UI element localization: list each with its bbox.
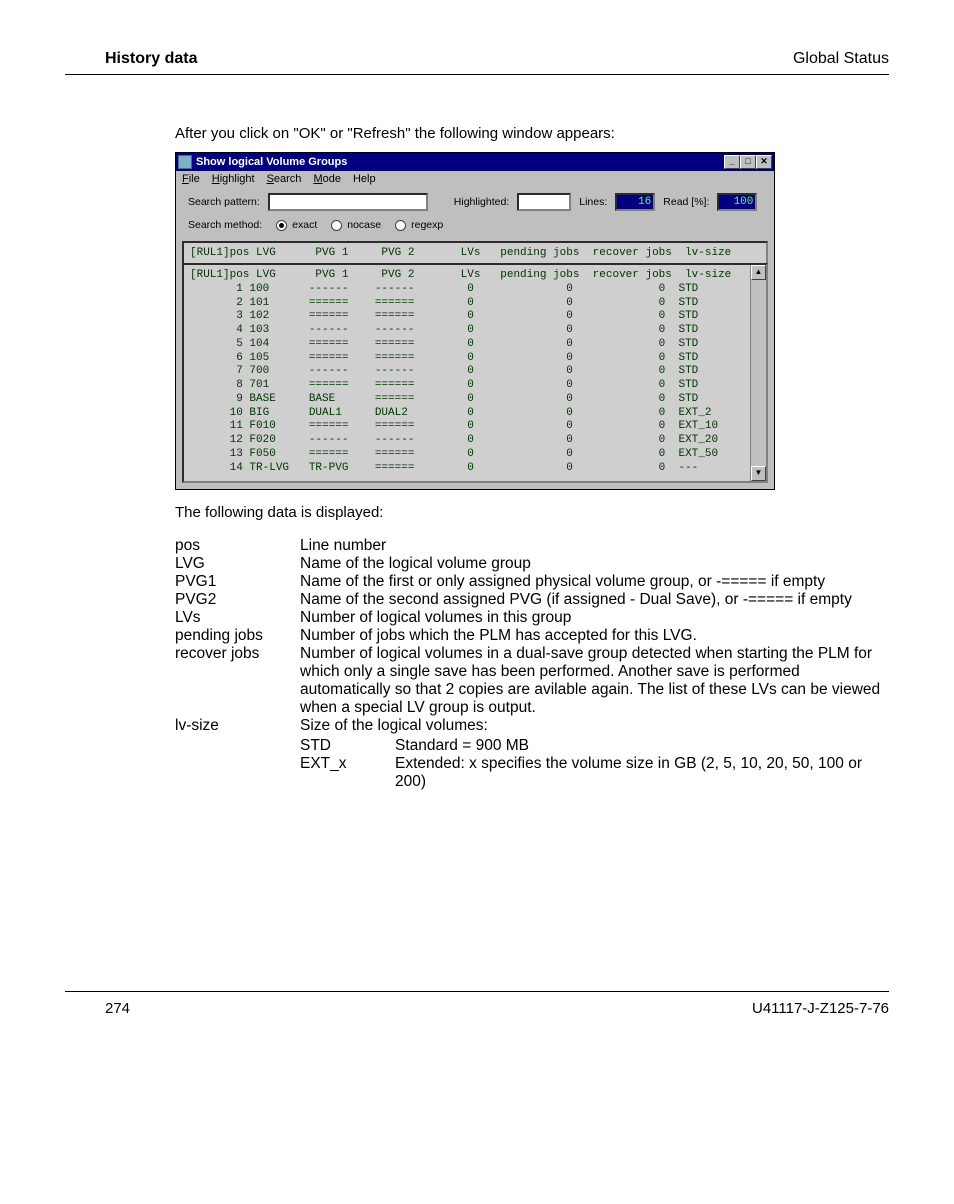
def-sublist: STDStandard = 900 MBEXT_xExtended: x spe… (300, 737, 889, 791)
radio-icon (331, 220, 342, 231)
menubar: File Highlight Search Mode Help (176, 171, 774, 187)
header-left: History data (105, 50, 197, 68)
def-term: LVG (175, 555, 300, 573)
after-text: The following data is displayed: (175, 504, 889, 521)
close-button[interactable]: ✕ (756, 155, 772, 169)
terminal-header: [RUL1]pos LVG PVG 1 PVG 2 LVs pending jo… (182, 241, 768, 263)
radio-regexp[interactable]: regexp (395, 219, 443, 231)
def-sub-key: EXT_x (300, 755, 395, 791)
scroll-down-icon[interactable]: ▼ (751, 466, 766, 481)
radio-exact[interactable]: exact (276, 219, 317, 231)
header-right: Global Status (793, 50, 889, 68)
def-desc: Name of the logical volume group (300, 555, 889, 573)
def-desc: Name of the first or only assigned physi… (300, 573, 889, 591)
search-pattern-label: Search pattern: (188, 196, 260, 208)
def-desc: Size of the logical volumes: (300, 717, 889, 735)
lines-label: Lines: (579, 196, 607, 208)
minimize-button[interactable]: _ (724, 155, 740, 169)
window-title: Show logical Volume Groups (196, 156, 724, 168)
page-footer: 274 U41117-J-Z125-7-76 (65, 991, 889, 1017)
highlighted-label: Highlighted: (454, 196, 509, 208)
radio-icon (276, 220, 287, 231)
search-method-row: Search method: exact nocase regexp (176, 215, 774, 241)
def-sub-val: Extended: x specifies the volume size in… (395, 755, 889, 791)
def-desc: Number of jobs which the PLM has accepte… (300, 627, 889, 645)
menu-file[interactable]: File (182, 173, 200, 185)
def-term: LVs (175, 609, 300, 627)
doc-id: U41117-J-Z125-7-76 (752, 1000, 889, 1017)
menu-mode[interactable]: Mode (313, 173, 341, 185)
app-window: Show logical Volume Groups _ □ ✕ File Hi… (175, 152, 775, 490)
def-sub-key: STD (300, 737, 395, 755)
def-desc: Number of logical volumes in this group (300, 609, 889, 627)
def-term: pending jobs (175, 627, 300, 645)
intro-text: After you click on "OK" or "Refresh" the… (175, 125, 889, 142)
def-desc: Number of logical volumes in a dual-save… (300, 645, 889, 717)
toolbar-row: Search pattern: Highlighted: Lines: 16 R… (176, 187, 774, 215)
read-value: 100 (717, 193, 757, 211)
menu-help[interactable]: Help (353, 173, 376, 185)
def-term: pos (175, 537, 300, 555)
highlighted-box (517, 193, 571, 211)
scroll-up-icon[interactable]: ▲ (751, 265, 766, 280)
search-method-label: Search method: (188, 219, 262, 231)
def-desc: Name of the second assigned PVG (if assi… (300, 591, 889, 609)
terminal-body: [RUL1]pos LVG PVG 1 PVG 2 LVs pending jo… (184, 265, 750, 481)
terminal-area: [RUL1]pos LVG PVG 1 PVG 2 LVs pending jo… (182, 241, 768, 483)
menu-search[interactable]: Search (267, 173, 302, 185)
def-term: lv-size (175, 717, 300, 735)
menu-highlight[interactable]: Highlight (212, 173, 255, 185)
window-app-icon (178, 155, 192, 169)
def-term: PVG2 (175, 591, 300, 609)
lines-value: 16 (615, 193, 655, 211)
radio-icon (395, 220, 406, 231)
definitions-list: posLine numberLVGName of the logical vol… (175, 537, 889, 791)
page-number: 274 (105, 1000, 130, 1017)
read-label: Read [%]: (663, 196, 709, 208)
def-term: PVG1 (175, 573, 300, 591)
def-sub-val: Standard = 900 MB (395, 737, 889, 755)
def-desc: Line number (300, 537, 889, 555)
search-pattern-input[interactable] (268, 193, 428, 211)
titlebar: Show logical Volume Groups _ □ ✕ (176, 153, 774, 171)
maximize-button[interactable]: □ (740, 155, 756, 169)
page-header: History data Global Status (65, 50, 889, 75)
scrollbar[interactable]: ▲ ▼ (750, 265, 766, 481)
def-term: recover jobs (175, 645, 300, 717)
radio-nocase[interactable]: nocase (331, 219, 381, 231)
